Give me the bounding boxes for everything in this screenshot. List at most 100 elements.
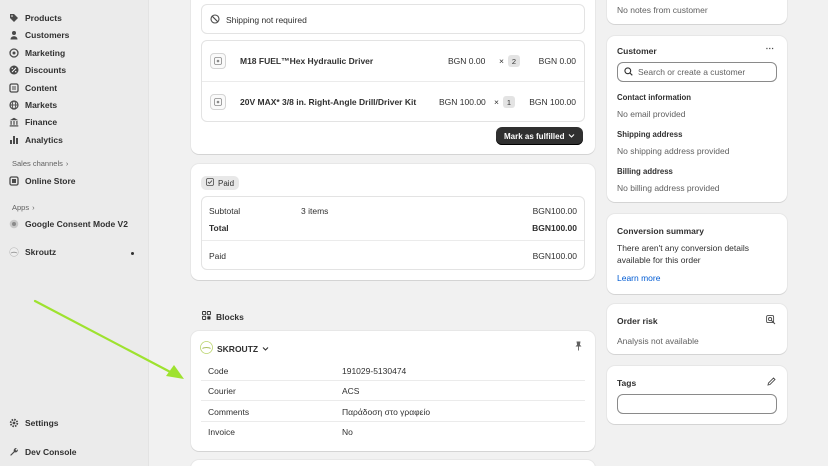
no-shipping-icon xyxy=(210,14,220,26)
line-item: 20V MAX* 3/8 in. Right-Angle Drill/Drive… xyxy=(210,92,576,112)
app-menu-dot-icon[interactable] xyxy=(131,252,134,255)
contact-info-label: Contact information xyxy=(617,93,692,102)
customer-search-input[interactable] xyxy=(638,67,768,77)
content-icon xyxy=(8,83,19,94)
billing-address-value: No billing address provided xyxy=(617,183,720,193)
chevron-right-icon: › xyxy=(65,159,69,168)
product-image-placeholder-icon xyxy=(210,53,226,69)
detail-value: 191029-5130474 xyxy=(342,366,407,376)
total-value: BGN100.00 xyxy=(532,223,577,233)
skroutz-block-card: SKROUTZ Code 191029-5130474 Courier ACS … xyxy=(191,331,595,451)
line-item-total: BGN 100.00 xyxy=(529,97,576,107)
sidebar-item-label: Google Consent Mode V2 xyxy=(25,219,128,229)
notes-card: No notes from customer xyxy=(607,0,787,24)
conversion-text-line1: There aren't any conversion details xyxy=(617,243,750,253)
order-risk-card: Order risk Analysis not available xyxy=(607,304,787,354)
sidebar-item-label: Skroutz xyxy=(25,247,57,257)
sidebar-item-discounts[interactable]: Discounts xyxy=(8,62,66,78)
sidebar-item-label: Markets xyxy=(25,100,58,110)
contact-info-value: No email provided xyxy=(617,109,686,119)
sidebar-item-settings[interactable]: Settings xyxy=(8,415,59,431)
customer-title: Customer xyxy=(617,46,657,56)
sales-channels-header[interactable]: Sales channels › xyxy=(12,159,68,168)
conversion-summary-card: Conversion summary There aren't any conv… xyxy=(607,214,787,294)
sidebar-item-content[interactable]: Content xyxy=(8,80,57,96)
shipping-address-value: No shipping address provided xyxy=(617,146,730,156)
sidebar-item-label: Products xyxy=(25,13,62,23)
sidebar-item-label: Marketing xyxy=(25,48,66,58)
skroutz-app-icon xyxy=(8,247,19,258)
line-item-total: BGN 0.00 xyxy=(538,56,576,66)
skroutz-app-header[interactable]: SKROUTZ xyxy=(200,341,269,356)
notes-text: No notes from customer xyxy=(617,5,708,15)
shipping-note-box: Shipping not required xyxy=(201,4,585,34)
line-item-times: × xyxy=(494,97,499,107)
skroutz-app-name: SKROUTZ xyxy=(217,343,259,354)
more-options-icon[interactable]: ⋯ xyxy=(766,43,776,54)
sidebar-item-markets[interactable]: Markets xyxy=(8,97,57,113)
sidebar-item-label: Finance xyxy=(25,117,58,127)
chevron-down-icon xyxy=(262,344,269,354)
subtotal-label: Subtotal xyxy=(209,206,241,216)
sidebar-item-dev-console[interactable]: Dev Console xyxy=(8,444,77,460)
line-item-qty: 1 xyxy=(503,96,515,108)
sidebar-item-customers[interactable]: Customers xyxy=(8,27,69,43)
sidebar-item-analytics[interactable]: Analytics xyxy=(8,132,63,148)
check-icon xyxy=(206,178,214,188)
line-item-times: × xyxy=(499,56,504,66)
sidebar-item-online-store[interactable]: Online Store xyxy=(8,173,76,189)
line-item-name[interactable]: M18 FUEL™Hex Hydraulic Driver xyxy=(240,56,373,66)
detail-value: No xyxy=(342,427,353,437)
subtotal-items: 3 items xyxy=(301,206,329,216)
sidebar-item-label: Content xyxy=(25,83,58,93)
shipping-address-label: Shipping address xyxy=(617,130,683,139)
divider xyxy=(201,421,585,422)
detail-label: Invoice xyxy=(208,427,235,437)
detail-label: Comments xyxy=(208,407,250,417)
sidebar-item-finance[interactable]: Finance xyxy=(8,114,57,130)
payment-card: Paid Subtotal 3 items BGN100.00 Total BG… xyxy=(191,164,595,280)
conversion-title: Conversion summary xyxy=(617,226,704,236)
apps-header[interactable]: Apps › xyxy=(12,203,35,212)
google-consent-app-icon xyxy=(8,219,19,230)
line-item-name[interactable]: 20V MAX* 3/8 in. Right-Angle Drill/Drive… xyxy=(240,97,416,107)
order-risk-title: Order risk xyxy=(617,316,658,326)
subtotal-value: BGN100.00 xyxy=(532,206,577,216)
skroutz-logo-icon xyxy=(200,341,213,356)
divider xyxy=(202,81,584,82)
sidebar-item-label: Customers xyxy=(25,30,70,40)
person-icon xyxy=(8,30,19,41)
learn-more-link[interactable]: Learn more xyxy=(617,273,660,283)
order-risk-value: Analysis not available xyxy=(617,336,699,346)
customer-search-field[interactable] xyxy=(617,62,777,82)
paid-value: BGN100.00 xyxy=(532,251,577,261)
tag-icon xyxy=(8,13,19,24)
target-icon xyxy=(8,48,19,59)
tags-input[interactable] xyxy=(617,394,777,414)
gear-icon xyxy=(8,418,19,429)
shipping-note: Shipping not required xyxy=(226,15,307,25)
payment-summary-box: Subtotal 3 items BGN100.00 Total BGN100.… xyxy=(201,196,585,270)
wrench-icon xyxy=(8,447,19,458)
detail-label: Courier xyxy=(208,386,236,396)
conversion-text-line2: available for this order xyxy=(617,255,701,265)
pin-icon[interactable] xyxy=(574,341,583,353)
line-item: M18 FUEL™Hex Hydraulic Driver BGN 0.00 ×… xyxy=(210,51,576,71)
sidebar-item-skroutz[interactable]: Skroutz xyxy=(8,244,148,260)
sidebar-item-marketing[interactable]: Marketing xyxy=(8,45,65,61)
edit-pencil-icon[interactable] xyxy=(767,377,776,388)
line-item-unit-price: BGN 100.00 xyxy=(439,97,486,107)
customer-card: Customer ⋯ Contact information No email … xyxy=(607,36,787,202)
mark-as-fulfilled-button[interactable]: Mark as fulfilled xyxy=(496,127,584,145)
sidebar-item-products[interactable]: Products xyxy=(8,10,62,26)
tags-card: Tags xyxy=(607,366,787,424)
next-card xyxy=(191,460,595,466)
sidebar-item-label: Settings xyxy=(25,418,59,428)
risk-analysis-icon[interactable] xyxy=(766,315,776,327)
blocks-title: Blocks xyxy=(216,311,244,322)
fulfillment-card: Shipping not required M18 FUEL™Hex Hydra… xyxy=(191,0,595,154)
sidebar-item-google-consent[interactable]: Google Consent Mode V2 xyxy=(8,216,128,232)
sidebar-item-label: Online Store xyxy=(25,176,76,186)
detail-label: Code xyxy=(208,366,229,376)
bar-chart-icon xyxy=(8,135,19,146)
